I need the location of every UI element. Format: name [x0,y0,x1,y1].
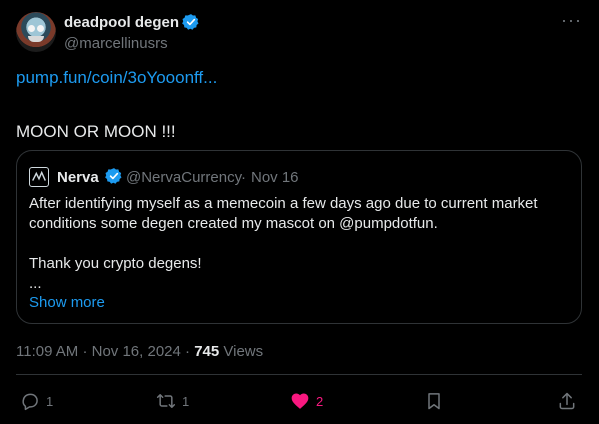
quoted-author-name: Nerva [57,169,99,186]
views-count: 745 [194,343,220,360]
quoted-tweet[interactable]: Nerva @NervaCurrency · Nov 16 After iden… [16,150,582,324]
reply-button[interactable]: 1 [20,389,53,413]
quoted-separator: · [241,169,246,186]
tweet-link[interactable]: pump.fun/coin/3oYooonff... [16,68,217,88]
tweet-meta: 11:09 AM · Nov 16, 2024 · 745 Views [16,343,263,360]
more-options-icon[interactable]: ··· [561,11,581,32]
share-button[interactable] [557,389,577,413]
quoted-author-avatar[interactable] [29,167,49,187]
avatar-eye-right [37,25,44,32]
show-more-link[interactable]: Show more [29,294,105,311]
quoted-author-handle: @NervaCurrency [126,169,243,186]
nerva-logo-icon [32,170,46,181]
quoted-text: After identifying myself as a memecoin a… [29,194,571,294]
quoted-verified-badge-icon [105,168,122,184]
verified-badge-icon [182,14,199,30]
tweet-date[interactable]: Nov 16, 2024 [92,343,181,360]
retweet-button[interactable]: 1 [156,389,189,413]
like-count: 2 [316,393,324,409]
tweet-detail: deadpool degen @marcellinusrs ··· pump.f… [0,0,599,424]
heart-filled-icon [291,393,309,409]
author-name[interactable]: deadpool degen [64,14,179,31]
views-label: Views [223,343,264,360]
retweet-icon [156,394,176,408]
avatar-eye-left [28,25,35,32]
avatar-mouth [28,36,44,42]
quoted-text-line: conditions some degen created my mascot … [29,215,438,232]
quoted-text-line: ... [29,275,42,292]
like-button[interactable]: 2 [290,389,323,413]
meta-separator: · [82,343,88,360]
author-handle[interactable]: @marcellinusrs [64,35,168,52]
tweet-time[interactable]: 11:09 AM [16,343,78,360]
reply-icon [22,393,38,411]
quoted-text-line: Thank you crypto degens! [29,255,202,272]
bookmark-button[interactable] [424,389,444,413]
share-icon [559,392,575,410]
bookmark-icon [428,393,440,410]
quoted-text-line: After identifying myself as a memecoin a… [29,195,538,212]
retweet-count: 1 [182,393,190,409]
divider [16,374,582,375]
author-avatar[interactable] [16,12,56,52]
quoted-text-line [29,234,571,254]
meta-separator: · [185,343,191,360]
quoted-date: Nov 16 [251,169,299,186]
reply-count: 1 [46,393,54,409]
tweet-text: MOON OR MOON !!! [16,122,176,141]
